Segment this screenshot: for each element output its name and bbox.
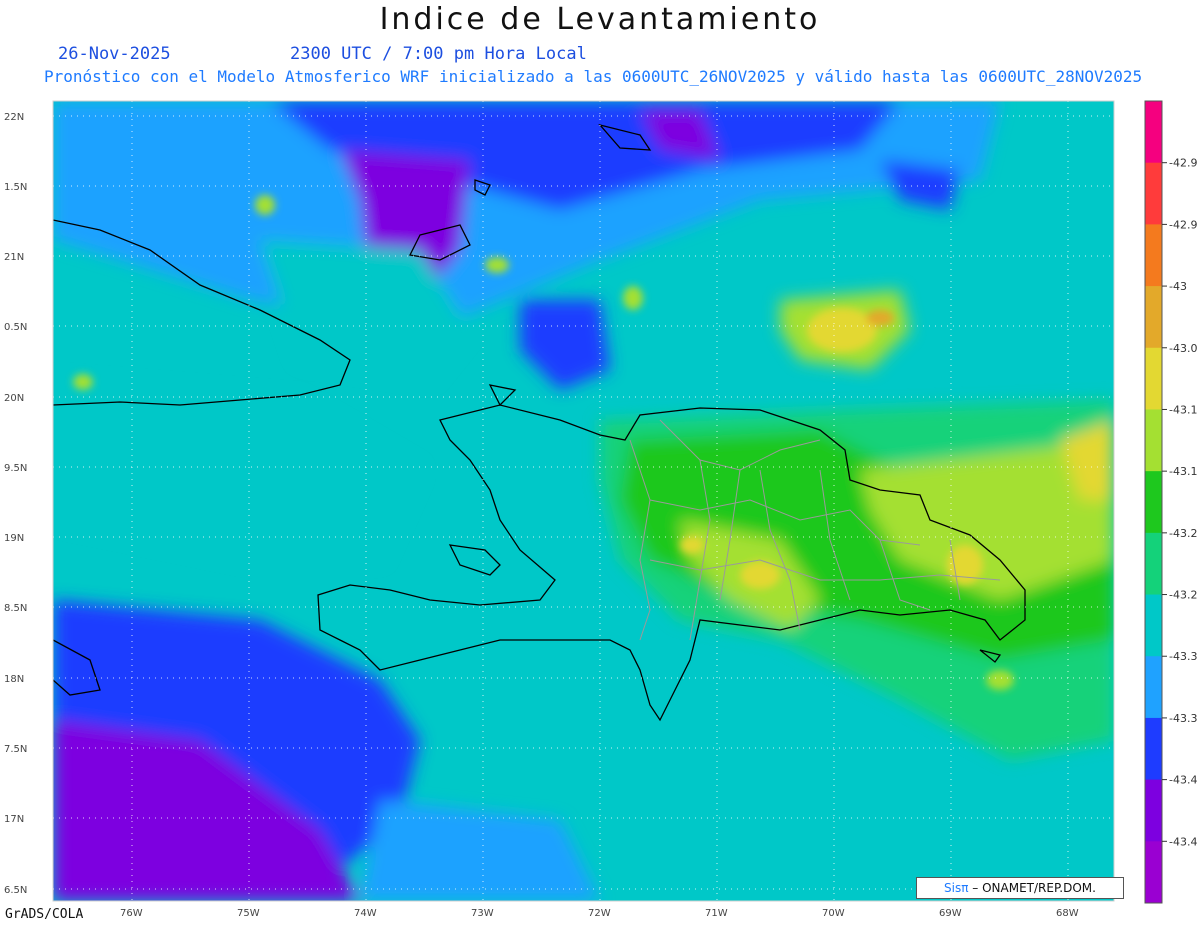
colorbar-swatch (1145, 841, 1162, 904)
lat-label: 8.5N (4, 603, 27, 614)
lifted-index-field (53, 101, 1114, 901)
logo-org: – ONAMET/REP.DOM. (968, 881, 1096, 895)
colorbar-label: -42.9 (1169, 218, 1197, 231)
colorbar-swatch (1145, 409, 1162, 472)
latitude-axis: 22N 1.5N 21N 0.5N 20N 9.5N 19N 8.5N 18N … (4, 112, 27, 896)
colorbar-label: -43.4 (1169, 835, 1197, 848)
colorbar-label: -43.2 (1169, 589, 1197, 602)
colorbar-label: -43.4 (1169, 774, 1197, 787)
colorbar-swatch (1145, 532, 1162, 596)
lon-label: 75W (237, 908, 260, 919)
colorbar-label: -43.2 (1169, 527, 1197, 540)
colorbar-swatch (1145, 101, 1162, 164)
lat-label: 0.5N (4, 322, 27, 333)
lon-label: 72W (588, 908, 611, 919)
colorbar-label: -43.0 (1169, 342, 1197, 355)
lat-label: 19N (4, 533, 24, 544)
lat-label: 20N (4, 393, 24, 404)
colorbar-label: -42.9 (1169, 157, 1197, 170)
lat-label: 22N (4, 112, 24, 123)
lat-label: 6.5N (4, 885, 27, 896)
colorbar-label: -43 (1169, 280, 1187, 293)
lon-label: 68W (1056, 908, 1079, 919)
lon-label: 76W (120, 908, 143, 919)
lat-label: 9.5N (4, 463, 27, 474)
grads-credit: GrADS/COLA (5, 907, 84, 922)
lon-label: 73W (471, 908, 494, 919)
colorbar-swatch (1145, 717, 1162, 781)
logo-brand: Sisπ (944, 881, 969, 895)
colorbar-swatch (1145, 286, 1162, 349)
colorbar-label: -43.1 (1169, 465, 1197, 478)
colorbar-swatch (1145, 224, 1162, 287)
lon-label: 71W (705, 908, 728, 919)
colorbar-swatch (1145, 162, 1162, 225)
longitude-axis: 76W 75W 74W 73W 72W 71W 70W 69W 68W (120, 908, 1079, 919)
lon-label: 74W (354, 908, 377, 919)
lon-label: 69W (939, 908, 962, 919)
map-figure: 22N 1.5N 21N 0.5N 20N 9.5N 19N 8.5N 18N … (4, 100, 1197, 919)
colorbar-label: -43.1 (1169, 403, 1197, 416)
onamet-logo: Sisπ – ONAMET/REP.DOM. (916, 877, 1124, 899)
colorbar-swatch (1145, 779, 1162, 842)
lon-label: 70W (822, 908, 845, 919)
lat-label: 18N (4, 674, 24, 685)
lat-label: 21N (4, 252, 24, 263)
colorbar-swatch (1145, 656, 1162, 719)
colorbar: -42.9 -42.9 -43 -43.0 -43.1 -43.1 -43.2 -43.2 -4… (1144, 100, 1197, 904)
lat-label: 1.5N (4, 182, 27, 193)
colorbar-swatch (1145, 347, 1162, 410)
colorbar-swatch (1145, 471, 1162, 534)
colorbar-label: -43.3 (1169, 650, 1197, 663)
colorbar-swatch (1145, 594, 1162, 657)
colorbar-label: -43.3 (1169, 712, 1197, 725)
lat-label: 7.5N (4, 744, 27, 755)
lat-label: 17N (4, 814, 24, 825)
